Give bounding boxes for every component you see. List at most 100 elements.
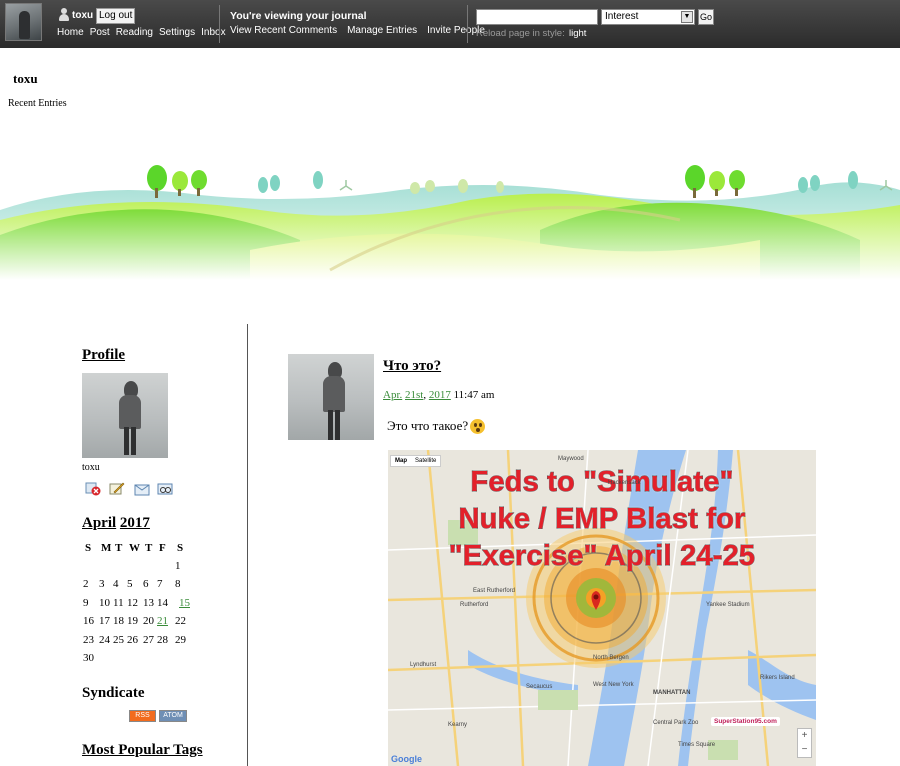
calendar-day: 11 [113, 597, 124, 609]
nav-inbox[interactable]: Inbox [201, 27, 225, 38]
entry-date-year-link[interactable]: 2017 [429, 389, 451, 401]
calendar-month-link[interactable]: April [82, 515, 116, 531]
surprised-emoji-icon [470, 418, 486, 434]
entry-text: Это что такое? [387, 418, 469, 433]
profile-heading[interactable]: Profile [82, 347, 125, 364]
calendar-day: 22 [175, 615, 186, 627]
map-label: Lyndhurst [410, 662, 437, 668]
map-label: Rutherford [460, 602, 489, 608]
calendar-day: 4 [113, 578, 119, 590]
calendar-week-row: 30 [83, 652, 213, 666]
map-label: Central Park Zoo [653, 720, 699, 726]
profile-userpic[interactable] [82, 373, 168, 458]
calendar-day: 1 [175, 560, 181, 572]
calendar-day: 26 [127, 634, 138, 646]
popular-tags-heading[interactable]: Most Popular Tags [82, 742, 203, 759]
nav-home[interactable]: Home [57, 27, 84, 38]
map-label: Maywood [558, 456, 584, 462]
entry-time: 11:47 am [453, 389, 495, 401]
zoom-in-button[interactable]: + [798, 729, 811, 743]
journal-nav: View Recent Comments Manage Entries Invi… [230, 25, 485, 36]
nav-manage-entries[interactable]: Manage Entries [347, 25, 417, 36]
user-avatar[interactable] [5, 3, 42, 41]
memories-icon[interactable] [157, 481, 173, 496]
journal-title[interactable]: toxu [13, 71, 38, 87]
image-headline-line-2: Nuke / EMP Blast for [458, 503, 746, 536]
search-type-select[interactable]: Interest ▼ [601, 9, 695, 25]
calendar-weekday: M [101, 542, 112, 554]
calendar-day-link[interactable]: 21 [157, 615, 168, 627]
calendar-day: 6 [143, 578, 149, 590]
rss-badge[interactable]: RSS [129, 710, 156, 722]
go-button[interactable]: Go [698, 9, 714, 25]
entry-image-map[interactable]: Map Satellite Feds to "Simulate" Nuke / … [388, 450, 816, 766]
calendar-weekday-row: SMTWTFS [83, 542, 213, 556]
style-light-link[interactable]: light [569, 28, 586, 39]
user-nav: Home Post Reading Settings Inbox [57, 27, 226, 38]
calendar-weekday: W [129, 542, 140, 554]
divider [219, 5, 220, 43]
calendar-day: 5 [127, 578, 133, 590]
calendar-weekday: S [177, 542, 184, 554]
calendar-week-row: 16 17 18 19 20 21 22 [83, 615, 213, 629]
username-link[interactable]: toxu [72, 10, 93, 21]
entry-body-text: Это что такое? [387, 418, 486, 434]
delete-friend-icon[interactable] [85, 481, 101, 496]
recent-entries-link[interactable]: Recent Entries [8, 98, 67, 109]
calendar-day: 24 [99, 634, 110, 646]
logout-button[interactable]: Log out [96, 8, 136, 24]
calendar-day: 18 [113, 615, 124, 627]
entry-date-day-link[interactable]: 21st [405, 389, 423, 401]
nav-recent-comments[interactable]: View Recent Comments [230, 25, 337, 36]
calendar-day: 25 [113, 634, 124, 646]
calendar-week-row: 9 10 11 12 13 14 15 [83, 597, 213, 611]
map-label: Rikers Island [760, 675, 795, 681]
calendar-day: 13 [143, 597, 154, 609]
edit-icon[interactable] [109, 481, 125, 496]
map-label: East Rutherford [473, 588, 516, 594]
viewing-notice: You're viewing your journal [230, 10, 367, 22]
control-strip: toxu Log out Home Post Reading Settings … [0, 0, 900, 48]
calendar-day: 9 [83, 597, 89, 609]
map-label: Secaucus [526, 684, 553, 690]
nav-post[interactable]: Post [90, 27, 110, 38]
calendar-week-row: 2345678 [83, 578, 213, 592]
google-logo: Google [391, 754, 422, 764]
entry-title-link[interactable]: Что это? [383, 358, 441, 375]
map-label: North Bergen [593, 655, 629, 661]
calendar-day: 27 [143, 634, 154, 646]
map-label: Hackensack [608, 480, 641, 486]
calendar-day: 7 [157, 578, 163, 590]
map-zoom-control[interactable]: + − [797, 728, 812, 758]
map-label: Times Square [678, 742, 716, 748]
calendar-year-link[interactable]: 2017 [120, 515, 150, 531]
calendar-day: 3 [99, 578, 105, 590]
user-icon [58, 8, 70, 21]
calendar-day: 17 [99, 615, 110, 627]
calendar-weekday: T [115, 542, 123, 554]
calendar-weekday: F [159, 542, 166, 554]
entry-userpic[interactable] [288, 354, 374, 440]
calendar-day: 14 [157, 597, 168, 609]
message-icon[interactable] [134, 481, 150, 496]
chevron-down-icon[interactable]: ▼ [681, 11, 693, 23]
calendar-day: 20 [143, 615, 154, 627]
map-label: MANHATTAN [653, 690, 691, 696]
atom-badge[interactable]: ATOM [159, 710, 187, 722]
nav-reading[interactable]: Reading [116, 27, 153, 38]
image-credit: SuperStation95.com [711, 717, 780, 726]
calendar-day: 2 [83, 578, 89, 590]
profile-username[interactable]: toxu [82, 462, 100, 473]
calendar-day: 28 [157, 634, 168, 646]
nav-settings[interactable]: Settings [159, 27, 195, 38]
calendar-week-row: 1 [83, 560, 213, 574]
divider [467, 5, 468, 43]
calendar-day: 12 [127, 597, 138, 609]
search-input[interactable] [476, 9, 598, 25]
calendar-day: 30 [83, 652, 94, 664]
entry-date-month-link[interactable]: Apr. [383, 389, 402, 401]
calendar-day-link[interactable]: 15 [179, 597, 190, 609]
map-label: West New York [593, 682, 634, 688]
zoom-out-button[interactable]: − [798, 743, 811, 757]
calendar-weekday: S [85, 542, 92, 554]
